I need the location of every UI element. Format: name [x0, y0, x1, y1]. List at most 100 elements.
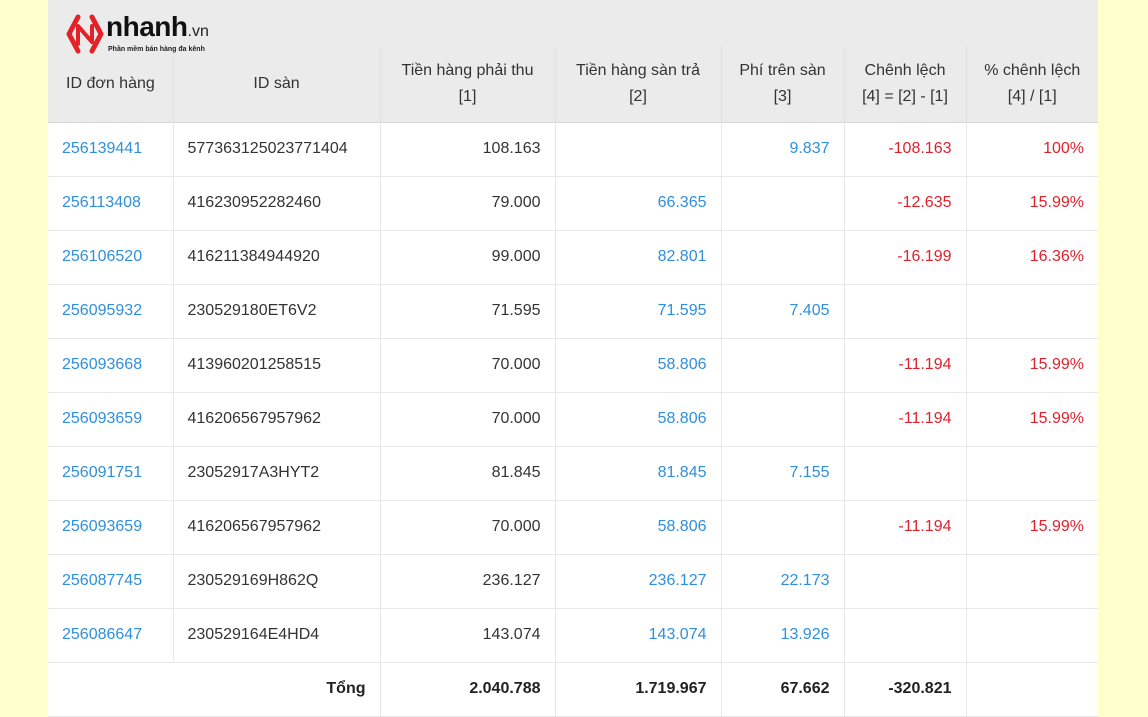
marketplace-fee-cell[interactable] [721, 175, 845, 230]
difference-percent-cell [966, 283, 1098, 338]
marketplace-id-cell: 416206567957962 [173, 391, 381, 446]
marketplace-fee-cell[interactable] [721, 391, 845, 446]
receivable-cell: 71.595 [380, 283, 556, 338]
total-row: Tổng 2.040.788 1.719.967 67.662 -320.821 [48, 661, 1098, 717]
column-header-formula: [2] [629, 87, 647, 105]
difference-percent-cell: 15.99% [966, 175, 1098, 230]
column-header: Tiền hàng phải thu [1] [380, 46, 556, 122]
marketplace-paid-cell[interactable]: 66.365 [555, 175, 722, 230]
receivable-cell: 70.000 [380, 499, 556, 554]
receivable-cell: 108.163 [380, 121, 556, 176]
difference-percent-cell: 16.36% [966, 229, 1098, 284]
column-header-formula: [1] [458, 87, 477, 105]
column-header: % chênh lệch [4] / [1] [966, 46, 1098, 122]
difference-cell: -12.635 [844, 175, 967, 230]
column-header: Chênh lệch [4] = [2] - [1] [844, 46, 967, 122]
order-id-link[interactable]: 256093659 [48, 391, 174, 446]
order-id-link[interactable]: 256086647 [48, 607, 174, 662]
order-id-link[interactable]: 256113408 [48, 175, 174, 230]
marketplace-paid-cell[interactable]: 71.595 [555, 283, 722, 338]
marketplace-fee-cell[interactable]: 9.837 [721, 121, 845, 176]
column-header: ID sàn [173, 46, 381, 122]
marketplace-paid-cell[interactable]: 58.806 [555, 337, 722, 392]
marketplace-paid-cell[interactable]: 58.806 [555, 499, 722, 554]
table-row: 256093668 413960201258515 70.000 58.806 -11.… [48, 337, 1098, 392]
table-row: 256091751 23052917A3HYT2 81.845 81.845 7.155 [48, 445, 1098, 500]
order-reconciliation-table: ID đơn hàng ID sàn Tiền hàng phải thu [1] Ti… [48, 46, 1098, 717]
table-row: 256087745 230529169H862Q 236.127 236.127 22.… [48, 553, 1098, 608]
difference-cell: -11.194 [844, 391, 967, 446]
marketplace-id-cell: 230529164E4HD4 [173, 607, 381, 662]
difference-cell [844, 553, 967, 608]
receivable-cell: 70.000 [380, 391, 556, 446]
marketplace-fee-cell[interactable]: 7.405 [721, 283, 845, 338]
receivable-cell: 143.074 [380, 607, 556, 662]
marketplace-fee-cell[interactable]: 13.926 [721, 607, 845, 662]
order-id-link[interactable]: 256093659 [48, 499, 174, 554]
column-header-title: % chênh lệch [984, 61, 1081, 79]
logo-tld: .vn [187, 23, 209, 40]
order-id-link[interactable]: 256093668 [48, 337, 174, 392]
order-id-link[interactable]: 256095932 [48, 283, 174, 338]
marketplace-paid-cell[interactable]: 58.806 [555, 391, 722, 446]
marketplace-fee-cell[interactable]: 22.173 [721, 553, 845, 608]
marketplace-paid-cell[interactable]: 143.074 [555, 607, 722, 662]
column-header-title: ID đơn hàng [66, 74, 155, 92]
order-id-link[interactable]: 256091751 [48, 445, 174, 500]
marketplace-fee-cell[interactable] [721, 229, 845, 284]
marketplace-fee-cell[interactable] [721, 499, 845, 554]
difference-cell [844, 445, 967, 500]
difference-cell [844, 283, 967, 338]
nhanh-logo-icon [66, 14, 104, 54]
report-panel: ID đơn hàng ID sàn Tiền hàng phải thu [1] Ti… [48, 0, 1098, 717]
marketplace-id-cell: 416211384944920 [173, 229, 381, 284]
column-header: Tiền hàng sàn trả [2] [555, 46, 722, 122]
marketplace-id-cell: 577363125023771404 [173, 121, 381, 176]
marketplace-paid-cell[interactable]: 81.845 [555, 445, 722, 500]
marketplace-paid-cell[interactable]: 236.127 [555, 553, 722, 608]
total-label: Tổng [48, 661, 381, 717]
receivable-cell: 79.000 [380, 175, 556, 230]
total-difference: -320.821 [844, 661, 967, 717]
difference-percent-cell: 15.99% [966, 391, 1098, 446]
marketplace-id-cell: 23052917A3HYT2 [173, 445, 381, 500]
receivable-cell: 99.000 [380, 229, 556, 284]
logo-brand: nhanh [106, 11, 188, 42]
order-id-link[interactable]: 256087745 [48, 553, 174, 608]
column-header-title: Tiền hàng sàn trả [576, 61, 700, 79]
marketplace-paid-cell[interactable] [555, 121, 722, 176]
marketplace-id-cell: 416230952282460 [173, 175, 381, 230]
difference-percent-cell [966, 445, 1098, 500]
table-row: 256086647 230529164E4HD4 143.074 143.074 13.… [48, 607, 1098, 662]
column-header: Phí trên sàn [3] [721, 46, 845, 122]
marketplace-fee-cell[interactable] [721, 337, 845, 392]
order-id-link[interactable]: 256106520 [48, 229, 174, 284]
difference-cell: -108.163 [844, 121, 967, 176]
marketplace-id-cell: 416206567957962 [173, 499, 381, 554]
table-row: 256095932 230529180ET6V2 71.595 71.595 7.405 [48, 283, 1098, 338]
receivable-cell: 70.000 [380, 337, 556, 392]
difference-cell: -11.194 [844, 337, 967, 392]
order-id-link[interactable]: 256139441 [48, 121, 174, 176]
column-header-formula: [3] [773, 87, 792, 105]
difference-percent-cell: 15.99% [966, 337, 1098, 392]
total-fee: 67.662 [721, 661, 845, 717]
receivable-cell: 81.845 [380, 445, 556, 500]
table-row: 256093659 416206567957962 70.000 58.806 -11.… [48, 499, 1098, 554]
difference-percent-cell [966, 553, 1098, 608]
nhanh-logo: nhanh.vn Phần mềm bán hàng đa kênh [66, 11, 209, 54]
difference-cell: -11.194 [844, 499, 967, 554]
marketplace-fee-cell[interactable]: 7.155 [721, 445, 845, 500]
marketplace-paid-cell[interactable]: 82.801 [555, 229, 722, 284]
table-row: 256139441 577363125023771404 108.163 9.837-… [48, 121, 1098, 176]
difference-percent-cell [966, 607, 1098, 662]
difference-percent-cell: 15.99% [966, 499, 1098, 554]
column-header: ID đơn hàng [48, 46, 174, 122]
receivable-cell: 236.127 [380, 553, 556, 608]
column-header-title: Tiền hàng phải thu [401, 61, 534, 79]
table-row: 256106520 416211384944920 99.000 82.801 -16.… [48, 229, 1098, 284]
total-paid: 1.719.967 [555, 661, 722, 717]
total-percent [966, 661, 1098, 717]
marketplace-id-cell: 413960201258515 [173, 337, 381, 392]
table-header-row: ID đơn hàng ID sàn Tiền hàng phải thu [1] Ti… [48, 46, 1098, 122]
